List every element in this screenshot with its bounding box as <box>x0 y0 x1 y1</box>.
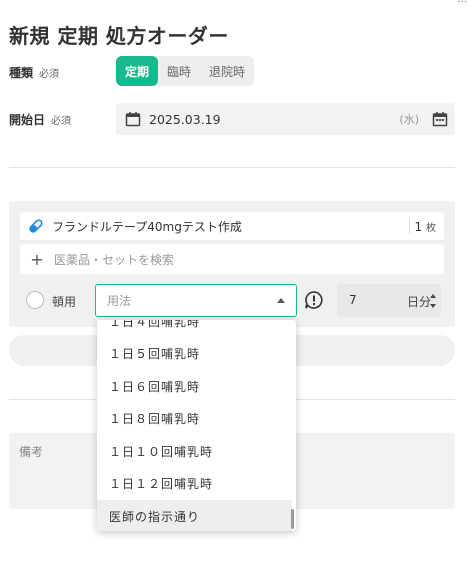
start-date-label-text: 開始日 <box>9 113 46 127</box>
usage-option[interactable]: １日１０回哺乳時 <box>97 435 292 468</box>
drug-search-field[interactable]: + 医薬品・セットを検索 <box>20 244 444 274</box>
days-value: 7 <box>349 293 357 307</box>
type-required: 必須 <box>39 69 60 80</box>
alert-icon[interactable] <box>304 290 324 310</box>
drug-qty-value: 1 <box>414 219 423 234</box>
usage-option-highlighted[interactable]: 医師の指示通り <box>97 500 292 531</box>
order-panel: フランドルテープ40mgテスト作成 1 枚 + 医薬品・セットを検索 頓用 用法… <box>9 201 455 327</box>
usage-option[interactable]: １日４回哺乳時 <box>97 320 292 338</box>
start-date-weekday: (水) <box>399 113 419 126</box>
drug-row[interactable]: フランドルテープ40mgテスト作成 1 枚 <box>20 212 444 240</box>
usage-dropdown: １日４回哺乳時 １日５回哺乳時 １日６回哺乳時 １日８回哺乳時 １日１０回哺乳時… <box>97 320 296 531</box>
pill-icon <box>29 219 43 233</box>
notes-label: 備考 <box>19 445 44 459</box>
drug-search-placeholder: 医薬品・セットを検索 <box>54 252 175 267</box>
usage-placeholder: 用法 <box>107 294 132 308</box>
corner-marks: ... <box>457 0 467 5</box>
start-date-required: 必須 <box>51 116 72 127</box>
drug-qty-unit: 枚 <box>426 222 436 234</box>
plus-icon: + <box>30 249 44 269</box>
type-label: 種類 必須 <box>9 64 59 81</box>
usage-dropdown-list: １日４回哺乳時 １日５回哺乳時 １日６回哺乳時 １日８回哺乳時 １日１０回哺乳時… <box>97 320 292 531</box>
days-field[interactable]: 7 日分 <box>337 284 441 317</box>
days-unit: 日分 <box>406 295 431 309</box>
page-title: 新規 定期 処方オーダー <box>9 24 229 48</box>
qty-separator <box>409 218 410 234</box>
prn-label: 頓用 <box>52 295 77 309</box>
type-option-regular[interactable]: 定期 <box>116 56 159 86</box>
usage-option[interactable]: １日８回哺乳時 <box>97 403 292 436</box>
type-label-text: 種類 <box>9 66 34 80</box>
usage-option[interactable]: １日６回哺乳時 <box>97 370 292 403</box>
divider <box>9 167 455 168</box>
start-date-value: 2025.03.19 <box>149 111 221 127</box>
prn-radio[interactable] <box>26 291 44 309</box>
type-segmented-control: 定期 臨時 退院時 <box>116 56 255 86</box>
start-date-label: 開始日 必須 <box>9 111 71 128</box>
caret-up-icon <box>277 298 285 303</box>
usage-option[interactable]: １日５回哺乳時 <box>97 338 292 371</box>
start-date-field[interactable]: 2025.03.19 (水) <box>116 103 455 135</box>
drug-quantity: 1 枚 <box>415 219 436 234</box>
drug-name: フランドルテープ40mgテスト作成 <box>52 219 242 234</box>
usage-select[interactable]: 用法 <box>95 284 297 317</box>
type-option-temporary[interactable]: 臨時 <box>158 56 200 86</box>
dropdown-scrollbar[interactable] <box>291 509 294 529</box>
calendar-picker-icon[interactable] <box>432 111 448 127</box>
type-option-discharge[interactable]: 退院時 <box>200 56 254 86</box>
calendar-icon <box>125 112 141 127</box>
spinner-icon[interactable] <box>429 291 437 311</box>
usage-option[interactable]: １日１２回哺乳時 <box>97 468 292 501</box>
